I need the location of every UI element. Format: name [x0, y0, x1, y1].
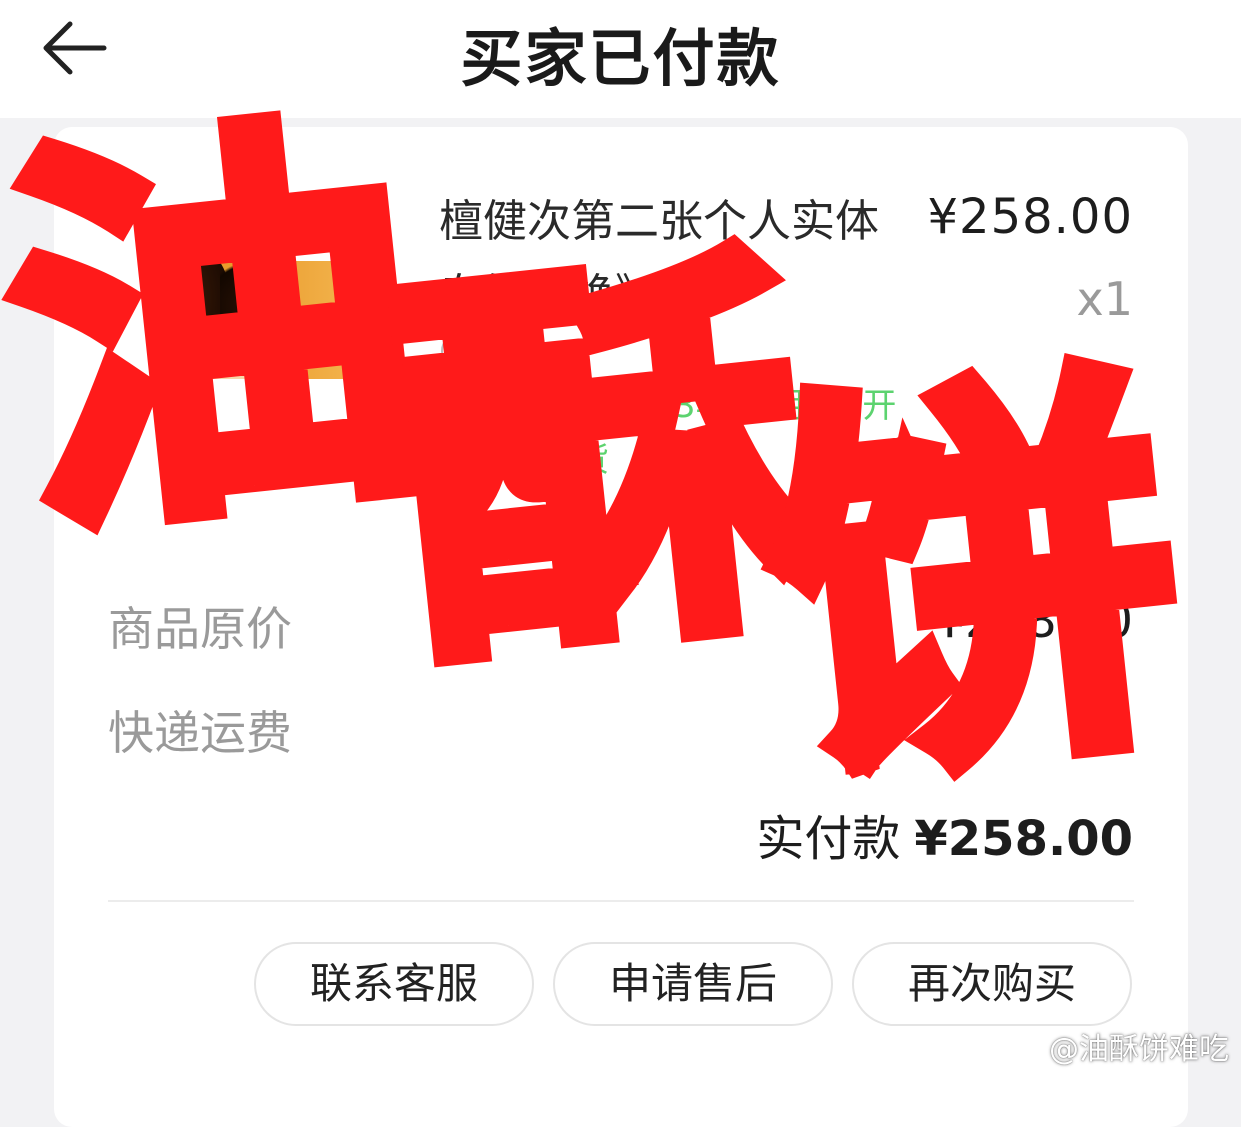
contact-service-button[interactable]: 联系客服 [254, 942, 534, 1026]
product-price: ¥258.00 [927, 189, 1133, 245]
paid-total: 实付款 ¥258.00 [756, 799, 1133, 869]
original-price-value: ¥258.00 [934, 593, 1134, 649]
buy-again-button[interactable]: 再次购买 [852, 942, 1132, 1026]
presale-note: 预售，预计2023年12月7日开始陆续发货 [439, 386, 897, 480]
shipping-label: 快递运费 [108, 706, 292, 760]
after-sales-button[interactable]: 申请售后 [553, 942, 833, 1026]
product-name[interactable]: 檀健次第二张个人实体专辑《焕》 [439, 185, 889, 333]
paid-label: 实付款 [756, 811, 901, 867]
credit-watermark: @油酥饼难吃 [1007, 1024, 1229, 1068]
weibo-logo-icon [1007, 1037, 1042, 1063]
page-title: 买家已付款 [460, 22, 781, 95]
order-card: 檀健次第二张个人实体专辑《焕》 预售，预计2023年12月7日开始陆续发货 ¥2… [54, 127, 1188, 1127]
top-nav-bar: 买家已付款 [0, 0, 1241, 118]
divider [108, 900, 1134, 902]
original-price-label: 商品原价 [108, 602, 292, 656]
shipping-value: ¥0 [1071, 697, 1133, 753]
product-thumbnail[interactable] [150, 261, 344, 379]
spec-circle-icon [441, 333, 477, 369]
paid-amount: ¥258.00 [914, 811, 1133, 867]
credit-text: @油酥饼难吃 [1049, 1032, 1229, 1067]
product-quantity: x1 [1076, 272, 1134, 326]
